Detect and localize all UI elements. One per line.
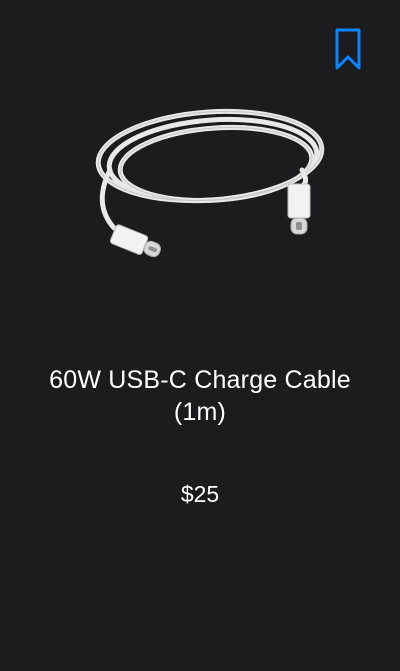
product-price: $25 [180, 481, 220, 507]
usb-c-cable-icon [95, 108, 325, 258]
product-card[interactable]: 60W USB-C Charge Cable (1m) $25 [0, 0, 400, 671]
bookmark-button[interactable] [330, 26, 366, 74]
bookmark-icon [335, 28, 361, 70]
product-title: 60W USB-C Charge Cable (1m) [49, 366, 351, 426]
